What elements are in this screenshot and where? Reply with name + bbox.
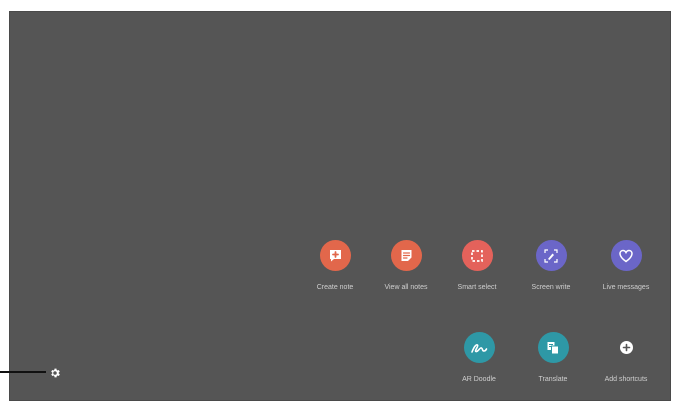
view-all-notes-button[interactable]: View all notes [371,240,441,292]
heart-icon [610,240,642,271]
add-shortcuts-label: Add shortcuts [604,376,648,383]
gear-icon[interactable] [49,366,61,378]
ar-doodle-icon [463,332,495,363]
page: Create note View all notes Smart select [0,0,679,401]
create-note-button[interactable]: Create note [300,240,370,292]
screen-write-icon [535,240,567,271]
smart-select-button[interactable]: Smart select [442,240,512,292]
view-notes-icon [390,240,422,271]
ar-doodle-label: AR Doodle [462,376,496,383]
live-messages-button[interactable]: Live messages [591,240,661,292]
translate-button[interactable]: Translate [518,332,588,384]
create-note-icon [319,240,351,271]
plus-icon [619,341,633,354]
callout-line [0,371,46,373]
smart-select-label: Smart select [457,284,497,291]
live-messages-label: Live messages [602,284,650,291]
add-shortcuts-button[interactable]: Add shortcuts [591,332,661,384]
view-all-notes-label: View all notes [384,284,428,291]
plus-icon-wrap [611,332,642,363]
translate-label: Translate [538,376,568,383]
air-command-screen: Create note View all notes Smart select [9,11,671,401]
ar-doodle-button[interactable]: AR Doodle [444,332,514,384]
smart-select-icon [461,240,493,271]
screen-write-label: Screen write [531,284,571,291]
screen-write-button[interactable]: Screen write [516,240,586,292]
create-note-label: Create note [316,284,354,291]
translate-icon [537,332,569,363]
